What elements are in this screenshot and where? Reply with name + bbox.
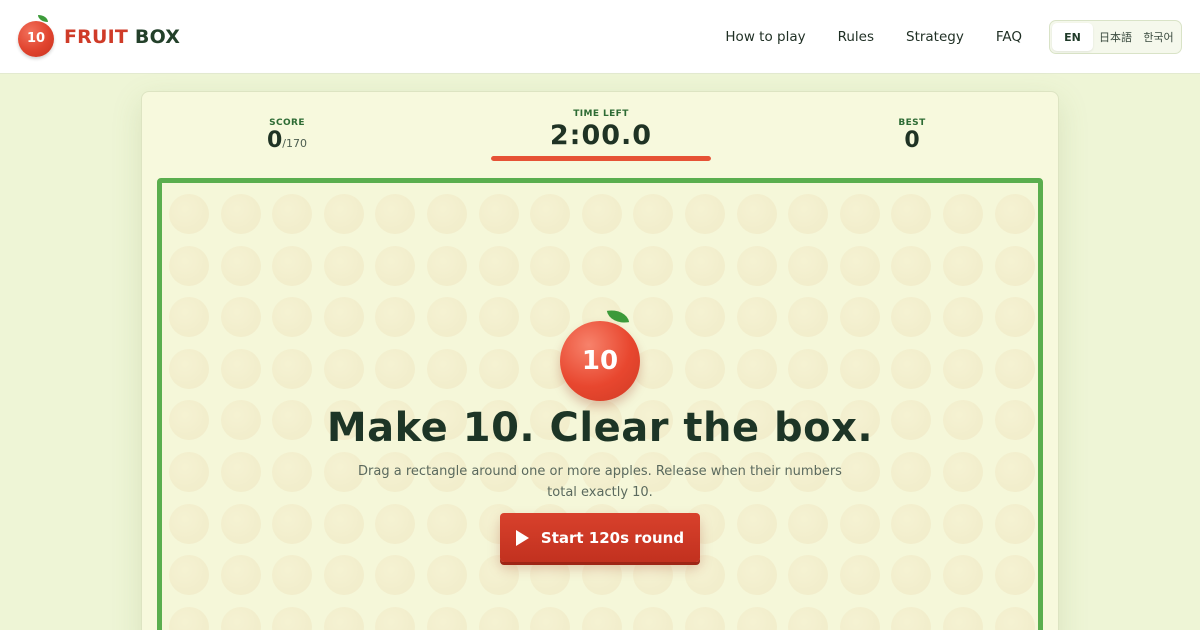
nav-faq[interactable]: FAQ [996, 29, 1022, 45]
time-progress-bar [491, 156, 711, 161]
lang-ja-button[interactable]: 日本語 [1095, 23, 1136, 51]
best-stat: BEST 0 [872, 118, 952, 153]
score-value: 0 [266, 128, 283, 153]
hero-apple-icon: 10 [560, 307, 640, 401]
best-label: BEST [898, 118, 926, 128]
nav-how-to-play[interactable]: How to play [725, 29, 805, 45]
time-progress-fill [491, 156, 711, 161]
game-board[interactable]: 10 Make 10. Clear the box. Drag a rectan… [157, 178, 1043, 630]
leaf-icon [38, 14, 48, 22]
score-value-line: 0/170 [242, 128, 332, 153]
time-value: 2:00.0 [549, 120, 653, 151]
nav-rules[interactable]: Rules [838, 29, 874, 45]
score-label: SCORE [269, 118, 305, 128]
headline: Make 10. Clear the box. [326, 405, 874, 451]
main-nav: How to play Rules Strategy FAQ [725, 0, 1022, 74]
game-card: SCORE 0/170 TIME LEFT 2:00.0 BEST 0 10 M… [141, 91, 1059, 630]
hero-apple-number: 10 [581, 346, 619, 376]
time-stat: TIME LEFT 2:00.0 [490, 109, 712, 161]
apple-logo-icon: 10 [18, 14, 54, 57]
brand-logo[interactable]: 10 FRUIT BOX [18, 14, 180, 57]
score-total: /170 [282, 137, 307, 150]
best-value: 0 [904, 128, 920, 153]
time-label: TIME LEFT [573, 109, 629, 119]
instructions-text: Drag a rectangle around one or more appl… [358, 464, 842, 500]
nav-strategy[interactable]: Strategy [906, 29, 964, 45]
site-header: 10 FRUIT BOX How to play Rules Strategy … [0, 0, 1200, 74]
play-icon [515, 529, 529, 546]
lang-ko-button[interactable]: 한국어 [1138, 23, 1179, 51]
score-stat: SCORE 0/170 [242, 118, 332, 153]
lang-en-button[interactable]: EN [1052, 23, 1093, 51]
start-round-label: Start 120s round [540, 528, 685, 547]
language-switcher: EN 日本語 한국어 [1049, 20, 1182, 54]
start-round-button[interactable]: Start 120s round [500, 513, 700, 562]
brand-name: FRUIT BOX [64, 26, 180, 48]
brand-word-fruit: FRUIT [64, 25, 129, 48]
logo-number: 10 [26, 31, 46, 46]
brand-word-box: BOX [134, 25, 181, 48]
